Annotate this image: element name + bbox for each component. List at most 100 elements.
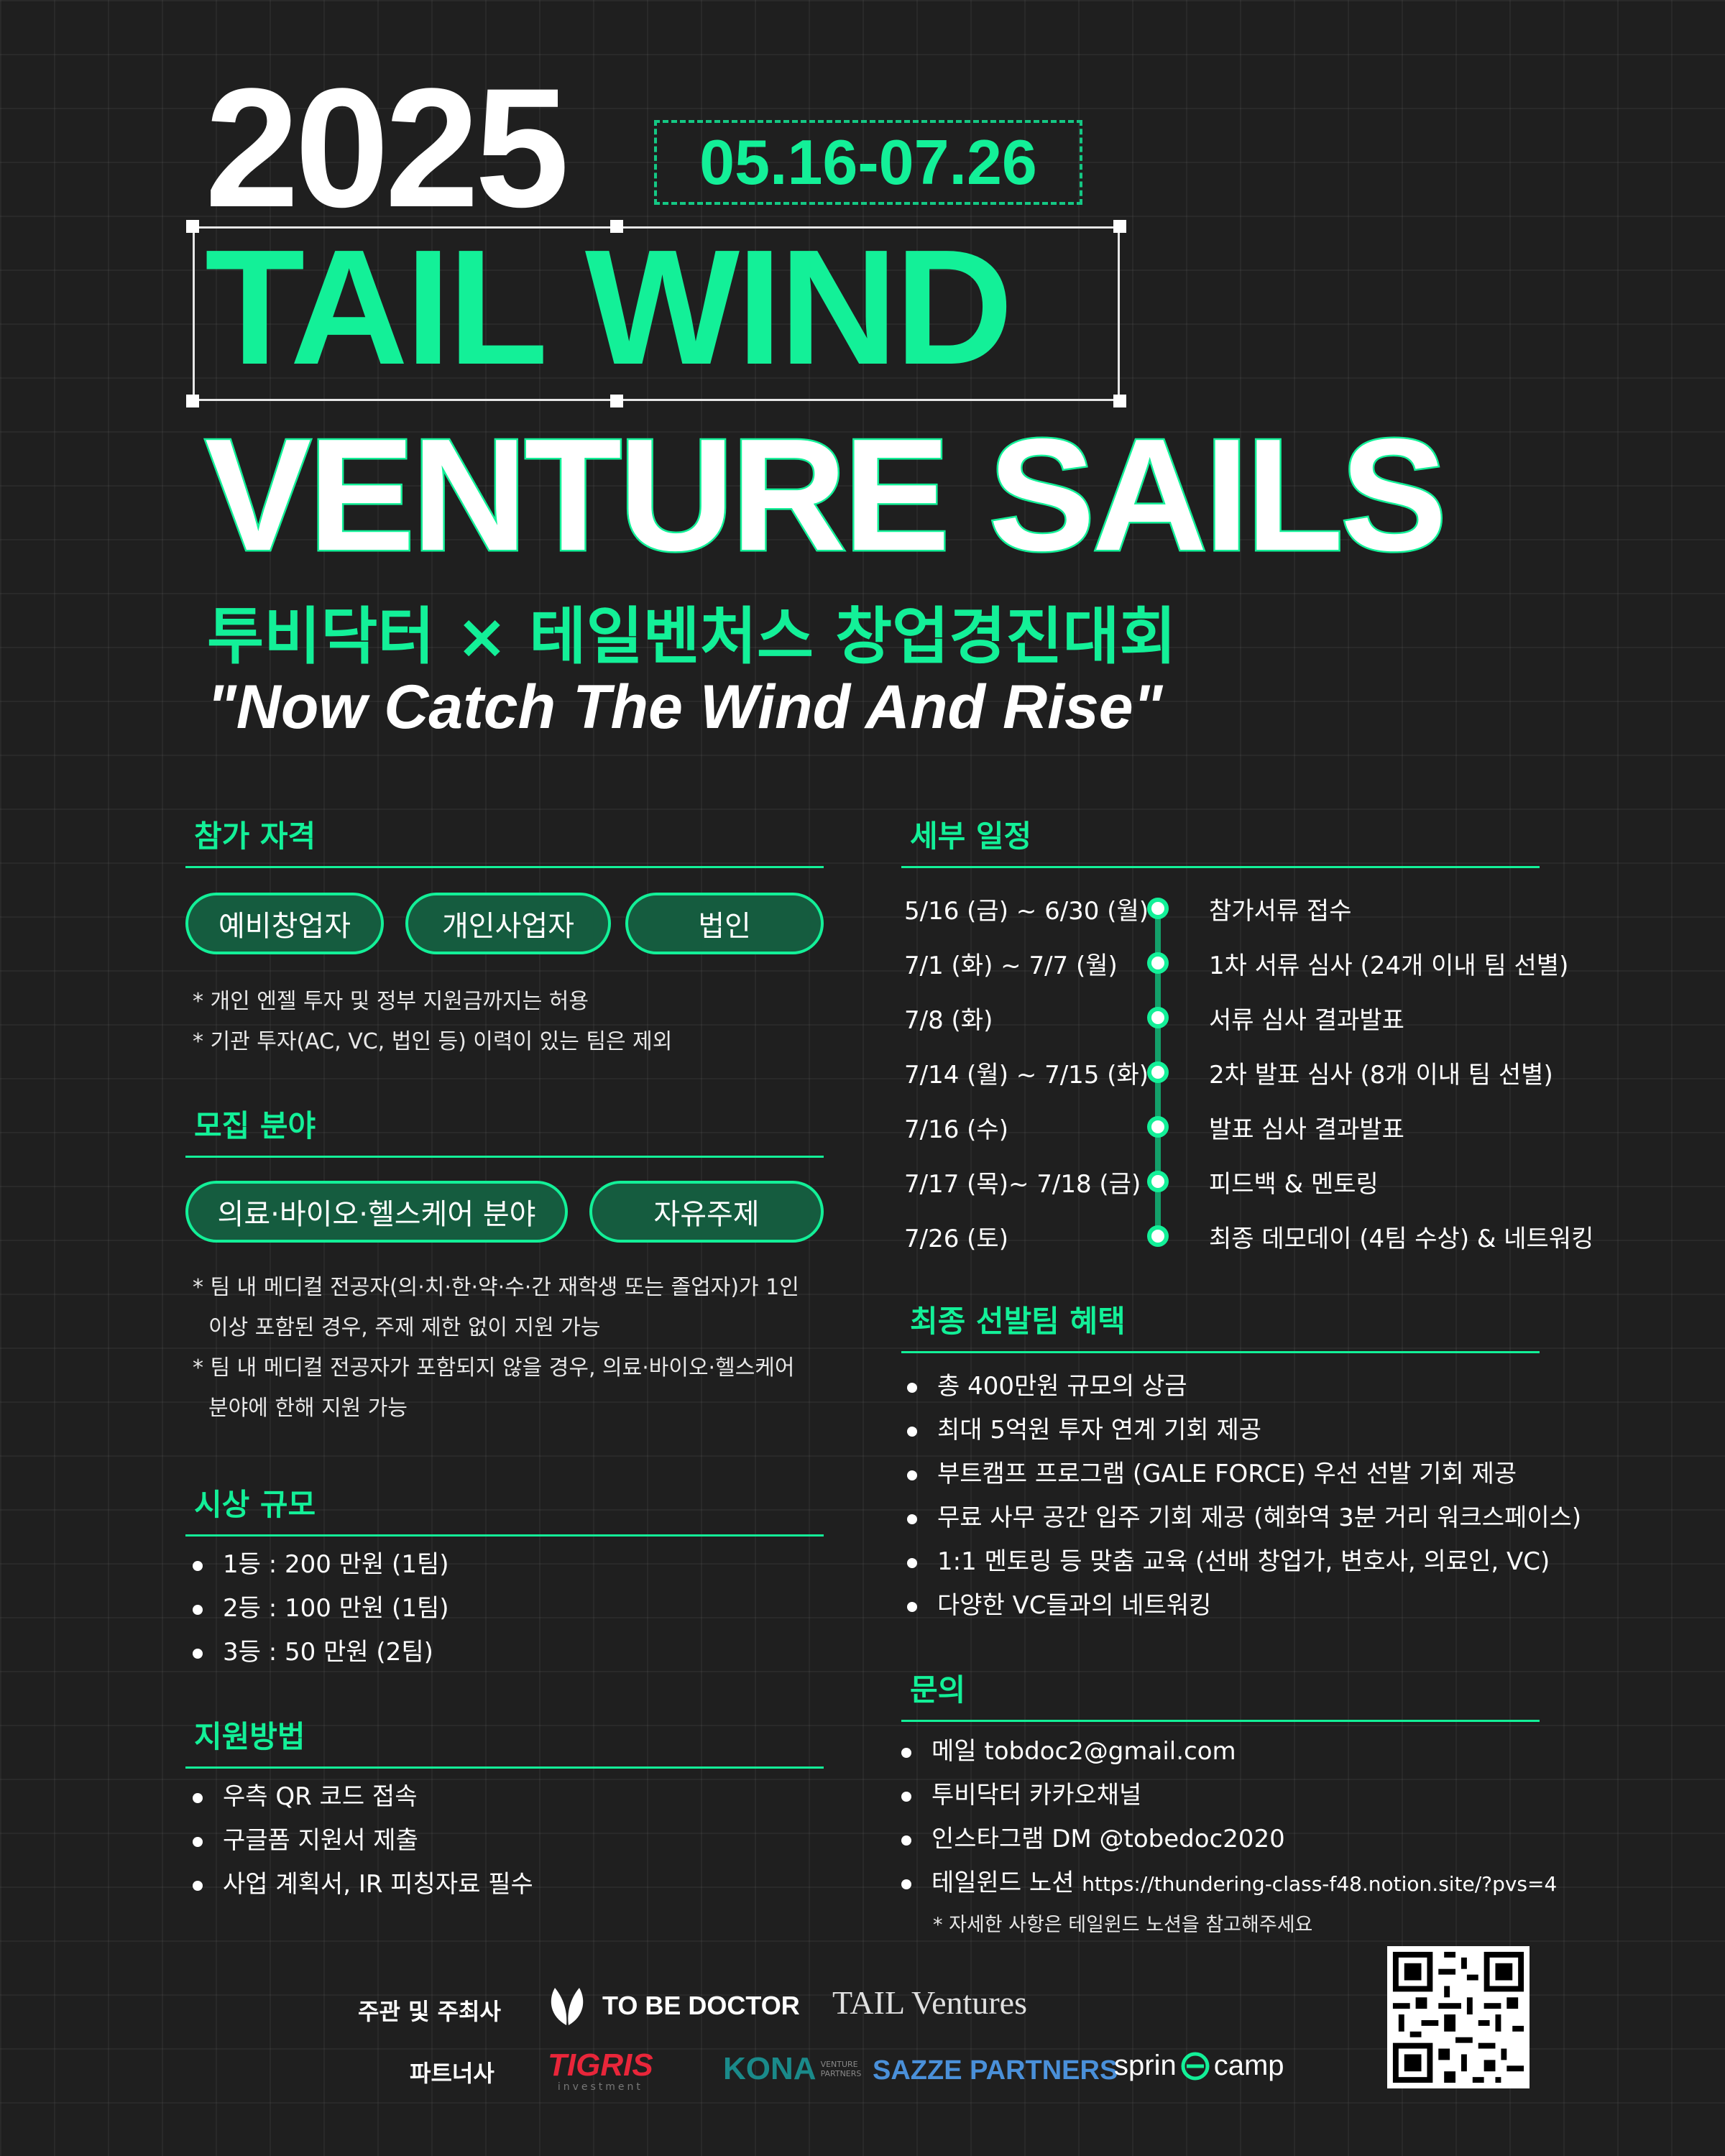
contact-instagram[interactable]: 인스타그램 DM @tobedoc2020: [901, 1818, 1557, 1861]
bullet-icon: [193, 1604, 203, 1615]
list-item-text: 다양한 VC들과의 네트워킹: [937, 1591, 1212, 1620]
list-item: 2등 : 100 만원 (1팀): [193, 1587, 449, 1631]
list-item: 총 400만원 규모의 상금: [907, 1365, 1581, 1409]
note-line: * 개인 엔젤 투자 및 정부 지원금까지는 허용: [193, 989, 589, 1014]
note-line: * 팀 내 메디컬 전공자(의·치·한·약·수·간 재학생 또는 졸업자)가 1…: [193, 1275, 799, 1300]
benefits-section: 최종 선발팀 혜택: [901, 1297, 1540, 1353]
section-divider: [901, 1720, 1540, 1722]
title-venture-sails: VENTURE SAILS: [203, 406, 1448, 584]
schedule-event: 2차 발표 심사 (8개 이내 팀 선별): [1209, 1060, 1553, 1089]
logo-text: TIGRIS: [548, 2047, 653, 2083]
list-item: 우측 QR 코드 접속: [193, 1775, 533, 1819]
list-item-text: 구글폼 지원서 제출: [223, 1826, 418, 1855]
list-item-text: 우측 QR 코드 접속: [223, 1782, 418, 1811]
schedule-event: 서류 심사 결과발표: [1209, 1005, 1404, 1035]
schedule-date: 7/26 (토): [904, 1224, 1008, 1253]
section-title: 참가 자격: [194, 819, 316, 854]
bullet-icon: [901, 1835, 911, 1846]
schedule-event: 피드백 & 멘토링: [1209, 1169, 1379, 1199]
slogan: "Now Catch The Wind And Rise": [207, 673, 1163, 742]
list-item: 무료 사무 공간 입주 기회 제공 (혜화역 3분 거리 워크스페이스): [907, 1496, 1581, 1540]
schedule-date: 7/1 (화) ~ 7/7 (월): [904, 951, 1118, 980]
logo-subtext: VENTURE PARTNERS: [820, 2059, 862, 2078]
section-title: 지원방법: [194, 1719, 305, 1754]
event-dates: 05.16-07.26: [654, 120, 1082, 205]
list-item-text: 사업 계획서, IR 피칭자료 필수: [223, 1870, 533, 1899]
prizes-list: 1등 : 200 만원 (1팀) 2등 : 100 만원 (1팀) 3등 : 5…: [193, 1543, 449, 1674]
section-title: 문의: [910, 1672, 966, 1708]
fields-notes: * 팀 내 메디컬 전공자(의·치·한·약·수·간 재학생 또는 졸업자)가 1…: [193, 1268, 799, 1429]
bullet-icon: [901, 1747, 911, 1758]
organizers-label: 주관 및 주최사: [358, 1998, 501, 2025]
list-item-text: 부트캠프 프로그램 (GALE FORCE) 우선 선발 기회 제공: [937, 1460, 1517, 1488]
springcamp-g-icon: [1181, 2052, 1210, 2080]
bullet-icon: [907, 1382, 917, 1393]
section-title: 최종 선발팀 혜택: [910, 1304, 1126, 1339]
list-item-text: 테일윈드 노션: [932, 1869, 1082, 1897]
timeline-dot-icon: [1147, 1171, 1169, 1192]
list-item-text: 투비닥터 카카오채널: [932, 1781, 1142, 1810]
contact-email[interactable]: 메일 tobdoc2@gmail.com: [901, 1730, 1557, 1774]
leaf-icon: [551, 1988, 584, 2025]
list-item: 최대 5억원 투자 연계 기회 제공: [907, 1409, 1581, 1452]
bullet-icon: [907, 1426, 917, 1437]
list-item: 1등 : 200 만원 (1팀): [193, 1543, 449, 1587]
bullet-icon: [193, 1648, 203, 1659]
timeline-dot-icon: [1147, 1007, 1169, 1028]
schedule-row: 7/1 (화) ~ 7/7 (월) 1차 서류 심사 (24개 이내 팀 선별): [904, 936, 1568, 990]
section-title: 세부 일정: [910, 819, 1032, 854]
tail-ventures-logo: TAIL Ventures: [832, 1984, 1027, 2021]
prizes-section: 시상 규모: [185, 1480, 824, 1537]
pill-free-topic: 자유주제: [589, 1181, 824, 1243]
list-item: 3등 : 50 만원 (2팀): [193, 1631, 449, 1674]
fields-section: 모집 분야: [185, 1102, 824, 1158]
timeline-dot-icon: [1147, 1061, 1169, 1083]
contact-notion[interactable]: 테일윈드 노션 https://thundering-class-f48.not…: [901, 1861, 1557, 1906]
tigris-logo: TIGRIS investment: [548, 2050, 653, 2093]
year-heading: 2025: [205, 53, 569, 243]
list-item-text: 2등 : 100 만원 (1팀): [223, 1594, 449, 1623]
title-tail-wind: TAIL WIND: [205, 216, 1013, 399]
note-line: 분야에 한해 지원 가능: [208, 1396, 408, 1421]
section-title: 모집 분야: [194, 1108, 316, 1143]
schedule-date: 7/17 (목)~ 7/18 (금): [904, 1169, 1141, 1199]
qr-code-icon: [1392, 1951, 1524, 2083]
bullet-icon: [907, 1601, 917, 1612]
bullet-icon: [901, 1791, 911, 1802]
apply-section: 지원방법: [185, 1713, 824, 1769]
list-item-text: 인스타그램 DM @tobedoc2020: [932, 1825, 1285, 1853]
bullet-icon: [193, 1880, 203, 1891]
schedule-row: 7/26 (토) 최종 데모데이 (4팀 수상) & 네트워킹: [904, 1209, 1593, 1263]
section-divider: [185, 1156, 824, 1158]
contact-list: 메일 tobdoc2@gmail.com 투비닥터 카카오채널 인스타그램 DM…: [901, 1730, 1557, 1906]
timeline-dot-icon: [1147, 1225, 1169, 1247]
eligibility-section: 참가 자격: [185, 812, 824, 868]
pill-pre-founder: 예비창업자: [185, 893, 384, 954]
list-item-text: 최대 5억원 투자 연계 기회 제공: [937, 1416, 1262, 1445]
list-item: 1:1 멘토링 등 맞춤 교육 (선배 창업가, 변호사, 의료인, VC): [907, 1540, 1581, 1584]
schedule-event: 발표 심사 결과발표: [1209, 1115, 1404, 1144]
pill-medical-bio: 의료·바이오·헬스케어 분야: [185, 1181, 568, 1243]
list-item-text: 메일 tobdoc2@gmail.com: [932, 1737, 1236, 1766]
kona-logo: KONA VENTURE PARTNERS: [723, 2051, 864, 2087]
eligibility-notes: * 개인 엔젤 투자 및 정부 지원금까지는 허용 * 기관 투자(AC, VC…: [193, 982, 672, 1062]
section-divider: [185, 1534, 824, 1537]
list-item: 다양한 VC들과의 네트워킹: [907, 1584, 1581, 1628]
pill-sole-proprietor: 개인사업자: [405, 893, 611, 954]
notion-url[interactable]: https://thundering-class-f48.notion.site…: [1082, 1872, 1557, 1896]
note-line: * 팀 내 메디컬 전공자가 포함되지 않을 경우, 의료·바이오·헬스케어: [193, 1355, 795, 1381]
bullet-icon: [907, 1514, 917, 1524]
partners-label: 파트너사: [410, 2060, 494, 2087]
list-item: 구글폼 지원서 제출: [193, 1819, 533, 1863]
tobedoctor-logo: TO BE DOCTOR: [548, 1985, 800, 2027]
logo-subtext: investment: [557, 2081, 643, 2093]
schedule-row: 7/14 (월) ~ 7/15 (화) 2차 발표 심사 (8개 이내 팀 선별): [904, 1045, 1553, 1100]
logo-text: camp: [1213, 2050, 1284, 2081]
qr-code[interactable]: [1387, 1946, 1530, 2088]
section-divider: [185, 1766, 824, 1769]
logo-text: sprin: [1114, 2050, 1177, 2081]
contact-kakao[interactable]: 투비닥터 카카오채널: [901, 1774, 1557, 1818]
bullet-icon: [193, 1836, 203, 1847]
pill-corporation: 법인: [625, 893, 824, 954]
timeline-dot-icon: [1147, 1116, 1169, 1138]
